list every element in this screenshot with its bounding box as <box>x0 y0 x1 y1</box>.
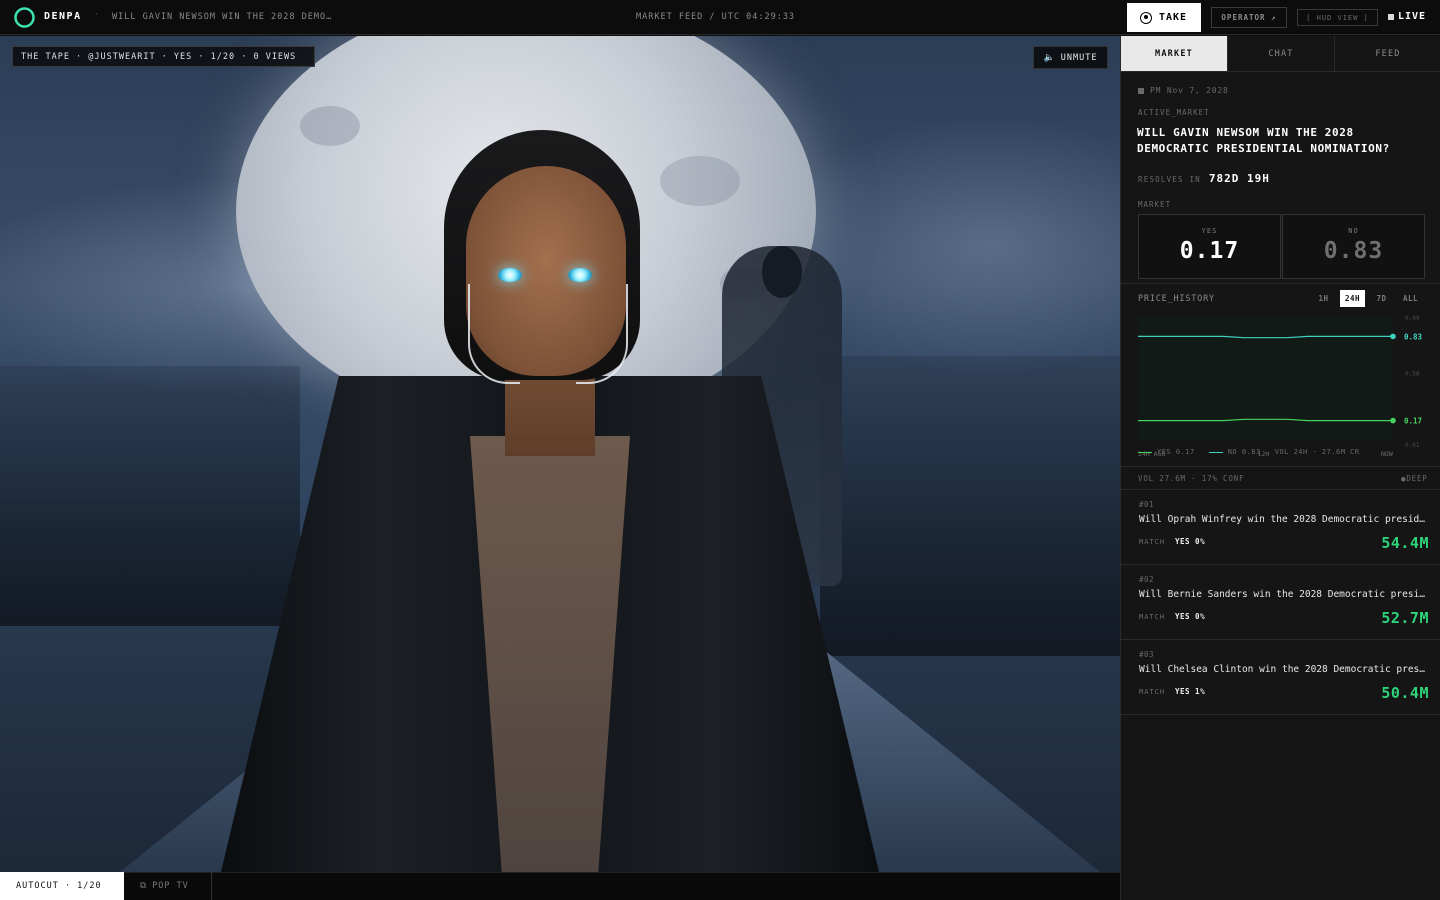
video-model-glowing-eye <box>568 268 592 282</box>
video-audience-right <box>820 356 1120 656</box>
related-title: Will Bernie Sanders win the 2028 Democra… <box>1139 589 1425 600</box>
video-audience-left <box>0 366 300 626</box>
chart-series-no-endpoint <box>1390 333 1396 340</box>
related-match-label: MATCH <box>1139 688 1166 696</box>
deep-link[interactable]: ●DEEP <box>1401 474 1428 483</box>
live-indicator[interactable]: LIVE <box>1388 11 1426 22</box>
top-bar: DENPA · WILL GAVIN NEWSOM WIN THE 2028 D… <box>0 0 1440 35</box>
yes-price: 0.17 <box>1179 238 1240 264</box>
resolves-label: RESOLVES IN <box>1138 175 1201 184</box>
related-market-item[interactable]: #02 Will Bernie Sanders win the 2028 Dem… <box>1121 565 1440 640</box>
related-index: #02 <box>1139 575 1155 584</box>
related-market-item[interactable]: #03 Will Chelsea Clinton win the 2028 De… <box>1121 640 1440 715</box>
related-title: Will Chelsea Clinton win the 2028 Democr… <box>1139 664 1425 675</box>
speaker-icon: 🔈 <box>1043 52 1056 63</box>
related-volume: 50.4M <box>1381 684 1429 702</box>
video-player[interactable] <box>0 36 1120 872</box>
date-square-icon <box>1138 87 1144 94</box>
operator-button[interactable]: OPERATOR ↗ <box>1211 7 1287 28</box>
market-panel: MARKET CHAT FEED PM Nov 7, 2028 ACTIVE_M… <box>1120 36 1440 900</box>
pop-tv-button[interactable]: ⧉ POP TV <box>124 872 212 900</box>
live-square-icon <box>1388 13 1394 20</box>
legend-no: NO 0.83 <box>1208 448 1261 456</box>
price-history-chart[interactable]: 0.830.170.990.580.0124H AGO 12H NOW <box>1121 310 1440 470</box>
legend-volume: VOL 24H · 27.6M CR <box>1274 448 1360 456</box>
video-face-wire <box>468 284 520 384</box>
related-volume: 54.4M <box>1381 534 1429 552</box>
autocut-button[interactable]: AUTOCUT · 1/20 <box>0 872 124 900</box>
video-moon-crater <box>300 106 360 146</box>
related-market-item[interactable]: #01 Will Oprah Winfrey win the 2028 Demo… <box>1121 490 1440 565</box>
related-title: Will Oprah Winfrey win the 2028 Democrat… <box>1139 514 1425 525</box>
resolves-row: RESOLVES IN 782D 19H <box>1138 172 1270 185</box>
denpa-logo-icon[interactable] <box>14 7 35 28</box>
breadcrumb[interactable]: WILL GAVIN NEWSOM WIN THE 2028 DEMO… <box>112 12 332 22</box>
related-yes-value: YES 0% <box>1175 612 1206 621</box>
no-price: 0.83 <box>1323 238 1384 264</box>
divider <box>1121 466 1440 467</box>
related-match-label: MATCH <box>1139 538 1166 546</box>
tab-chat[interactable]: CHAT <box>1227 36 1334 71</box>
divider <box>1121 283 1440 284</box>
related-yes-value: YES 0% <box>1175 537 1206 546</box>
market-question: WILL GAVIN NEWSOM WIN THE 2028 DEMOCRATI… <box>1137 126 1390 155</box>
take-button[interactable]: TAKE <box>1127 3 1201 32</box>
yes-label: YES <box>1201 227 1218 235</box>
breadcrumb-separator: · <box>94 10 100 20</box>
price-history-label: PRICE_HISTORY <box>1138 294 1215 304</box>
volume-summary: VOL 27.6M · 17% CONF <box>1138 474 1245 483</box>
chart-y-tick-label: 0.01 <box>1405 442 1420 449</box>
range-7d[interactable]: 7D <box>1369 290 1394 307</box>
market-feed-status: MARKET FEED / UTC 04:29:33 <box>636 12 796 22</box>
pop-tv-label: POP TV <box>152 881 189 891</box>
resolves-value: 782D 19H <box>1208 172 1270 185</box>
unmute-label: UNMUTE <box>1060 52 1098 63</box>
related-index: #03 <box>1139 650 1155 659</box>
pop-out-icon: ⧉ <box>140 881 148 891</box>
range-24h[interactable]: 24H <box>1340 290 1365 307</box>
video-model-glowing-eye <box>498 268 522 282</box>
chart-x-tick-label: NOW <box>1381 450 1393 458</box>
tab-feed[interactable]: FEED <box>1334 36 1440 71</box>
no-price-box[interactable]: NO 0.83 <box>1282 214 1425 279</box>
legend-no-swatch <box>1208 451 1223 453</box>
chart-series-yes-endpoint <box>1390 417 1396 424</box>
range-selector: 1H 24H 7D ALL <box>1311 290 1423 307</box>
chart-end-label: 0.17 <box>1404 417 1422 426</box>
panel-tabs: MARKET CHAT FEED <box>1121 36 1440 72</box>
chart-legend: YES 0.17 NO 0.83 VOL 24H · 27.6M CR <box>1138 448 1360 456</box>
market-label: MARKET <box>1138 200 1172 209</box>
legend-no-text: NO 0.83 <box>1227 448 1261 456</box>
video-background-model-head <box>762 246 802 298</box>
no-label: NO <box>1348 227 1359 235</box>
chart-y-tick-label: 0.99 <box>1405 315 1420 322</box>
range-all[interactable]: ALL <box>1398 290 1423 307</box>
related-yes-value: YES 1% <box>1175 687 1206 696</box>
chart-end-label: 0.83 <box>1404 332 1423 341</box>
hud-view-button[interactable]: [ HUD VIEW ] <box>1297 9 1378 26</box>
related-index: #01 <box>1139 500 1155 509</box>
yes-price-box[interactable]: YES 0.17 <box>1138 214 1281 279</box>
market-date-text: PM Nov 7, 2028 <box>1150 86 1229 95</box>
market-date: PM Nov 7, 2028 <box>1138 86 1229 95</box>
legend-yes-text: YES 0.17 <box>1157 448 1195 456</box>
legend-yes-swatch <box>1138 451 1152 453</box>
related-match-label: MATCH <box>1139 613 1166 621</box>
target-icon <box>1140 11 1152 24</box>
video-moon-crater <box>660 156 740 206</box>
chart-plot-area <box>1138 316 1393 441</box>
legend-yes: YES 0.17 <box>1138 448 1195 456</box>
active-market-label: ACTIVE_MARKET <box>1138 108 1210 117</box>
tab-market[interactable]: MARKET <box>1121 36 1227 71</box>
take-label: TAKE <box>1159 12 1188 23</box>
related-volume: 52.7M <box>1381 609 1429 627</box>
unmute-button[interactable]: 🔈 UNMUTE <box>1033 46 1108 69</box>
range-1h[interactable]: 1H <box>1311 290 1336 307</box>
live-label: LIVE <box>1398 11 1427 22</box>
brand-name[interactable]: DENPA <box>44 11 82 22</box>
chart-y-tick-label: 0.58 <box>1405 371 1420 378</box>
the-tape-label: THE TAPE · @JUSTWEARIT · YES · 1/20 · 0 … <box>12 46 315 67</box>
